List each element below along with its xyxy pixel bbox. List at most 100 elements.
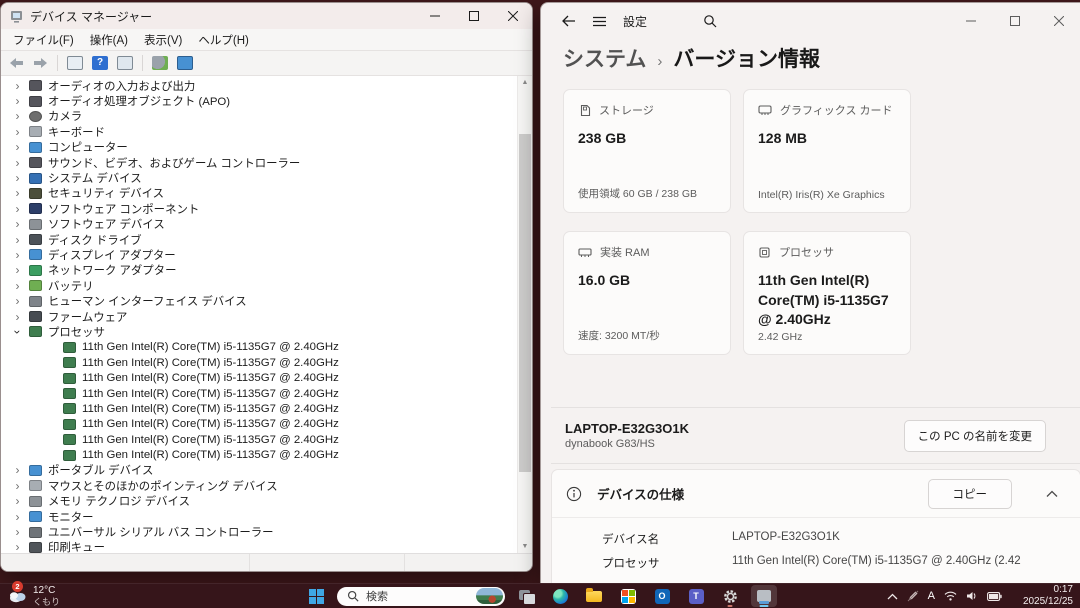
chevron-right-icon[interactable]: ›	[11, 249, 24, 261]
chevron-right-icon[interactable]: ›	[11, 110, 24, 122]
chevron-right-icon[interactable]: ›	[11, 480, 24, 492]
volume-icon[interactable]	[966, 591, 978, 601]
tree-item[interactable]: ›サウンド、ビデオ、およびゲーム コントローラー	[1, 155, 518, 170]
tree-item[interactable]: ›バッテリ	[1, 278, 518, 293]
tree-item[interactable]: ›ファームウェア	[1, 309, 518, 324]
vertical-scrollbar[interactable]: ▲ ▼	[517, 76, 532, 553]
show-console-tree-icon[interactable]	[67, 56, 83, 70]
tray-chevron-up-icon[interactable]	[887, 593, 898, 600]
tree-item[interactable]: ›コンピューター	[1, 140, 518, 155]
teams-button[interactable]: T	[683, 585, 709, 607]
close-button[interactable]	[493, 3, 532, 29]
menu-help[interactable]: ヘルプ(H)	[190, 30, 256, 50]
tree-item[interactable]: ›マウスとそのほかのポインティング デバイス	[1, 478, 518, 493]
task-view-button[interactable]	[513, 585, 539, 607]
tree-item[interactable]: 11th Gen Intel(R) Core(TM) i5-1135G7 @ 2…	[1, 401, 518, 416]
tree-item[interactable]: ›ディスク ドライブ	[1, 232, 518, 247]
tree-item[interactable]: 11th Gen Intel(R) Core(TM) i5-1135G7 @ 2…	[1, 432, 518, 447]
tree-item[interactable]: 11th Gen Intel(R) Core(TM) i5-1135G7 @ 2…	[1, 355, 518, 370]
chevron-right-icon[interactable]: ›	[11, 234, 24, 246]
chevron-right-icon[interactable]: ›	[11, 80, 24, 92]
back-arrow-icon[interactable]	[561, 15, 576, 27]
device-manager-titlebar[interactable]: デバイス マネージャー	[1, 3, 532, 29]
weather-widget[interactable]: 2 12°C くもり	[0, 585, 60, 607]
forward-icon[interactable]	[33, 57, 48, 69]
tree-item[interactable]: ›ヒューマン インターフェイス デバイス	[1, 293, 518, 308]
tree-item[interactable]: ›ソフトウェア デバイス	[1, 217, 518, 232]
tree-item[interactable]: ›モニター	[1, 509, 518, 524]
devices-view-icon[interactable]	[177, 56, 193, 70]
chevron-right-icon[interactable]: ›	[11, 203, 24, 215]
tree-item[interactable]: 11th Gen Intel(R) Core(TM) i5-1135G7 @ 2…	[1, 370, 518, 385]
device-spec-header[interactable]: デバイスの仕様 コピー	[552, 470, 1080, 517]
menu-view[interactable]: 表示(V)	[136, 30, 190, 50]
back-icon[interactable]	[9, 57, 24, 69]
tree-item[interactable]: ›システム デバイス	[1, 170, 518, 185]
start-button[interactable]	[303, 585, 329, 607]
tree-item[interactable]: ›ディスプレイ アダプター	[1, 247, 518, 262]
tree-item[interactable]: 11th Gen Intel(R) Core(TM) i5-1135G7 @ 2…	[1, 340, 518, 355]
tree-item[interactable]: 11th Gen Intel(R) Core(TM) i5-1135G7 @ 2…	[1, 386, 518, 401]
chevron-right-icon[interactable]: ›	[11, 157, 24, 169]
chevron-right-icon[interactable]: ›	[11, 141, 24, 153]
chevron-right-icon[interactable]: ›	[11, 95, 24, 107]
settings-button[interactable]	[717, 585, 743, 607]
chevron-right-icon[interactable]: ›	[11, 464, 24, 476]
scan-hardware-changes-icon[interactable]	[152, 56, 168, 70]
microsoft-365-button[interactable]	[615, 585, 641, 607]
tree-item[interactable]: ›ポータブル デバイス	[1, 463, 518, 478]
tree-item[interactable]: ›プロセッサ	[1, 324, 518, 339]
chevron-right-icon[interactable]: ›	[11, 526, 24, 538]
chevron-right-icon[interactable]: ›	[11, 495, 24, 507]
close-button[interactable]	[1037, 3, 1080, 39]
pen-icon[interactable]	[907, 590, 919, 602]
scroll-up-icon[interactable]: ▲	[518, 76, 532, 89]
rename-pc-button[interactable]: この PC の名前を変更	[904, 420, 1046, 452]
chevron-right-icon[interactable]: ›	[11, 187, 24, 199]
tree-item[interactable]: ›印刷キュー	[1, 540, 518, 553]
properties-icon[interactable]	[117, 56, 133, 70]
help-icon[interactable]: ?	[92, 56, 108, 70]
clock[interactable]: 0:17 2025/12/25	[1023, 584, 1073, 608]
chevron-right-icon[interactable]: ›	[11, 280, 24, 292]
tree-item[interactable]: ›ソフトウェア コンポーネント	[1, 201, 518, 216]
tree-item[interactable]: 11th Gen Intel(R) Core(TM) i5-1135G7 @ 2…	[1, 447, 518, 462]
chevron-right-icon[interactable]: ›	[11, 295, 24, 307]
tree-item[interactable]: ›セキュリティ デバイス	[1, 186, 518, 201]
ime-mode-indicator[interactable]: A	[928, 590, 935, 602]
tree-item[interactable]: ›ユニバーサル シリアル バス コントローラー	[1, 524, 518, 539]
chevron-right-icon[interactable]: ›	[11, 511, 24, 523]
chevron-right-icon[interactable]: ›	[11, 264, 24, 276]
chevron-down-icon[interactable]: ›	[12, 325, 24, 338]
tree-item[interactable]: 11th Gen Intel(R) Core(TM) i5-1135G7 @ 2…	[1, 417, 518, 432]
device-tree[interactable]: ›オーディオの入力および出力›オーディオ処理オブジェクト (APO)›カメラ›キ…	[1, 78, 518, 553]
copy-button[interactable]: コピー	[928, 479, 1013, 509]
tree-item[interactable]: ›カメラ	[1, 109, 518, 124]
tree-item[interactable]: ›オーディオの入力および出力	[1, 78, 518, 93]
search-highlight-image[interactable]	[476, 588, 503, 604]
taskbar-search[interactable]: 検索	[337, 587, 505, 606]
minimize-button[interactable]	[949, 3, 993, 39]
chevron-up-icon[interactable]	[1046, 490, 1058, 498]
search-icon[interactable]	[703, 14, 717, 28]
scroll-down-icon[interactable]: ▼	[518, 540, 532, 553]
outlook-button[interactable]: O	[649, 585, 675, 607]
scrollbar-thumb[interactable]	[519, 134, 531, 472]
hamburger-menu-icon[interactable]	[592, 16, 607, 27]
chevron-right-icon[interactable]: ›	[11, 172, 24, 184]
maximize-button[interactable]	[454, 3, 493, 29]
tree-item[interactable]: ›キーボード	[1, 124, 518, 139]
breadcrumb-system[interactable]: システム	[563, 43, 646, 73]
chevron-right-icon[interactable]: ›	[11, 311, 24, 323]
tree-item[interactable]: ›オーディオ処理オブジェクト (APO)	[1, 93, 518, 108]
device-manager-taskbar-button[interactable]	[751, 585, 777, 607]
minimize-button[interactable]	[415, 3, 454, 29]
file-explorer-button[interactable]	[581, 585, 607, 607]
tree-item[interactable]: ›ネットワーク アダプター	[1, 263, 518, 278]
menu-action[interactable]: 操作(A)	[82, 30, 136, 50]
wifi-icon[interactable]	[944, 591, 957, 601]
tree-item[interactable]: ›メモリ テクノロジ デバイス	[1, 494, 518, 509]
chevron-right-icon[interactable]: ›	[11, 218, 24, 230]
chevron-right-icon[interactable]: ›	[11, 126, 24, 138]
edge-button[interactable]	[547, 585, 573, 607]
